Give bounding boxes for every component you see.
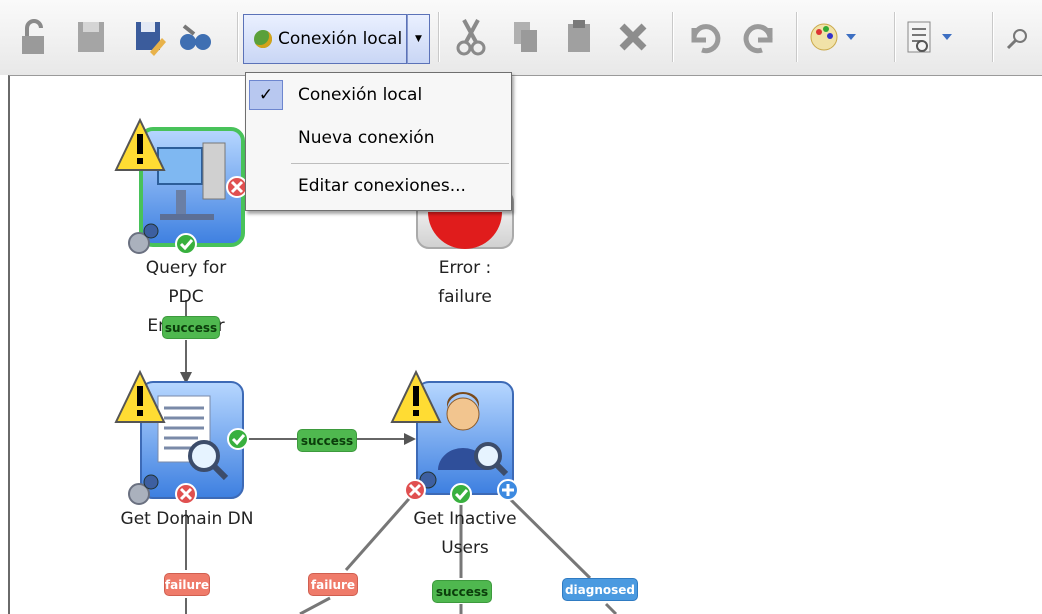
- failure-badge: failure: [308, 573, 358, 596]
- failure-badge: failure: [164, 573, 210, 596]
- success-port-icon[interactable]: [450, 483, 472, 505]
- menu-separator: [291, 163, 509, 164]
- node-label-error: Error : failure: [438, 258, 492, 307]
- node-label-get-inactive-users: Get Inactive Users: [413, 509, 517, 558]
- menu-item-new-connection[interactable]: Nueva conexión: [246, 121, 511, 155]
- success-badge: success: [432, 580, 492, 603]
- success-badge: success: [162, 316, 220, 339]
- diagnosed-badge: diagnosed: [562, 578, 638, 601]
- menu-item-edit-connections[interactable]: Editar conexiones...: [246, 169, 511, 203]
- menu-item-local-connection[interactable]: ✓ Conexión local: [246, 78, 511, 112]
- success-port-icon[interactable]: [175, 233, 197, 255]
- check-icon: ✓: [249, 80, 283, 110]
- node-label-get-domain-dn: Get Domain DN: [120, 509, 254, 529]
- connection-dropdown-menu: ✓ Conexión local Nueva conexión Editar c…: [245, 72, 512, 211]
- success-badge: success: [297, 429, 357, 452]
- success-port-icon[interactable]: [227, 428, 249, 450]
